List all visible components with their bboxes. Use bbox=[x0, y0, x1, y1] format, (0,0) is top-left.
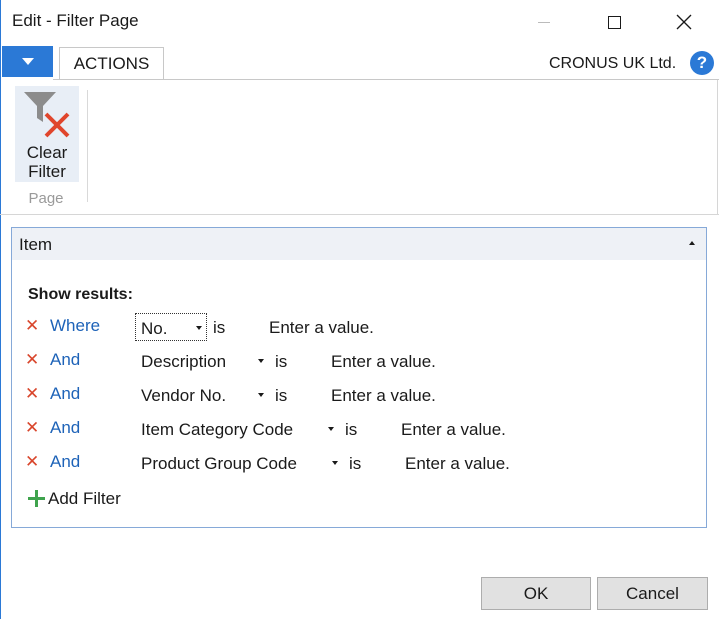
close-icon bbox=[676, 14, 692, 30]
clear-filter-icon bbox=[24, 92, 70, 138]
show-results-label: Show results: bbox=[28, 286, 133, 303]
ribbon-group-label: Page bbox=[28, 190, 64, 207]
filter-operator: is bbox=[275, 386, 288, 405]
panel-header[interactable]: Item bbox=[12, 228, 706, 260]
filter-field-select[interactable]: Description bbox=[136, 347, 270, 375]
ribbon bbox=[0, 80, 719, 215]
filter-field-label: Product Group Code bbox=[141, 454, 297, 473]
filter-field-label: No. bbox=[141, 319, 168, 338]
item-filter-panel: Item Show results: ✕ Where No. is Enter … bbox=[11, 227, 707, 528]
ribbon-group-separator bbox=[87, 90, 88, 202]
filter-field-label: Vendor No. bbox=[141, 386, 227, 405]
panel-title: Item bbox=[19, 235, 53, 254]
help-icon[interactable]: ? bbox=[690, 51, 714, 75]
plus-icon bbox=[28, 490, 45, 507]
chevron-down-icon bbox=[328, 427, 334, 431]
remove-filter-icon[interactable]: ✕ bbox=[25, 384, 39, 404]
company-name: CRONUS UK Ltd. bbox=[549, 55, 677, 72]
minimize-icon bbox=[538, 21, 550, 23]
dropdown-arrow-icon bbox=[21, 58, 34, 65]
filter-field-select[interactable]: Vendor No. bbox=[136, 381, 270, 409]
filter-operator: is bbox=[213, 318, 226, 337]
filter-conjunction[interactable]: Where bbox=[50, 316, 100, 336]
filter-row: ✕ And Product Group Code is Enter a valu… bbox=[12, 449, 706, 477]
remove-filter-icon[interactable]: ✕ bbox=[25, 316, 39, 336]
cancel-button[interactable]: Cancel bbox=[597, 577, 708, 610]
chevron-down-icon bbox=[258, 359, 264, 363]
filter-value-input[interactable]: Enter a value. bbox=[331, 386, 436, 406]
filter-operator: is bbox=[349, 454, 362, 473]
filter-operator: is bbox=[345, 420, 358, 439]
filter-value-input[interactable]: Enter a value. bbox=[331, 352, 436, 372]
chevron-down-icon bbox=[258, 393, 264, 397]
filter-operator: is bbox=[275, 352, 288, 371]
filter-conjunction[interactable]: And bbox=[50, 384, 80, 404]
filter-value-input[interactable]: Enter a value. bbox=[269, 318, 374, 338]
clear-filter-label: Clear Filter bbox=[26, 143, 68, 181]
minimize-button[interactable] bbox=[521, 0, 567, 44]
app-menu-button[interactable] bbox=[2, 46, 53, 77]
filter-value-input[interactable]: Enter a value. bbox=[401, 420, 506, 440]
chevron-down-icon bbox=[332, 461, 338, 465]
chevron-down-icon bbox=[196, 326, 202, 330]
filter-conjunction[interactable]: And bbox=[50, 452, 80, 472]
title-bar: Edit - Filter Page bbox=[0, 0, 719, 44]
remove-filter-icon[interactable]: ✕ bbox=[25, 452, 39, 472]
close-button[interactable] bbox=[661, 0, 707, 44]
filter-conjunction[interactable]: And bbox=[50, 418, 80, 438]
ribbon-border bbox=[717, 80, 718, 214]
collapse-icon[interactable] bbox=[686, 237, 698, 249]
filter-value-input[interactable]: Enter a value. bbox=[405, 454, 510, 474]
maximize-icon bbox=[607, 15, 621, 29]
remove-filter-icon[interactable]: ✕ bbox=[25, 418, 39, 438]
filter-row: ✕ Where No. is Enter a value. bbox=[12, 313, 706, 341]
remove-filter-icon[interactable]: ✕ bbox=[25, 350, 39, 370]
filter-field-select[interactable]: Item Category Code bbox=[136, 415, 340, 443]
filter-conjunction[interactable]: And bbox=[50, 350, 80, 370]
filter-field-select[interactable]: Product Group Code bbox=[136, 449, 344, 477]
filter-row: ✕ And Vendor No. is Enter a value. bbox=[12, 381, 706, 409]
filter-field-label: Description bbox=[141, 352, 227, 371]
filter-row: ✕ And Item Category Code is Enter a valu… bbox=[12, 415, 706, 443]
maximize-button[interactable] bbox=[591, 0, 637, 44]
add-filter-label: Add Filter bbox=[48, 489, 121, 508]
ok-button[interactable]: OK bbox=[481, 577, 591, 610]
filter-row: ✕ And Description is Enter a value. bbox=[12, 347, 706, 375]
tab-actions[interactable]: ACTIONS bbox=[59, 47, 164, 79]
filter-field-select[interactable]: No. bbox=[135, 313, 207, 341]
window-title: Edit - Filter Page bbox=[12, 11, 139, 30]
clear-filter-button[interactable]: Clear Filter bbox=[15, 86, 79, 182]
filter-field-label: Item Category Code bbox=[141, 420, 294, 439]
